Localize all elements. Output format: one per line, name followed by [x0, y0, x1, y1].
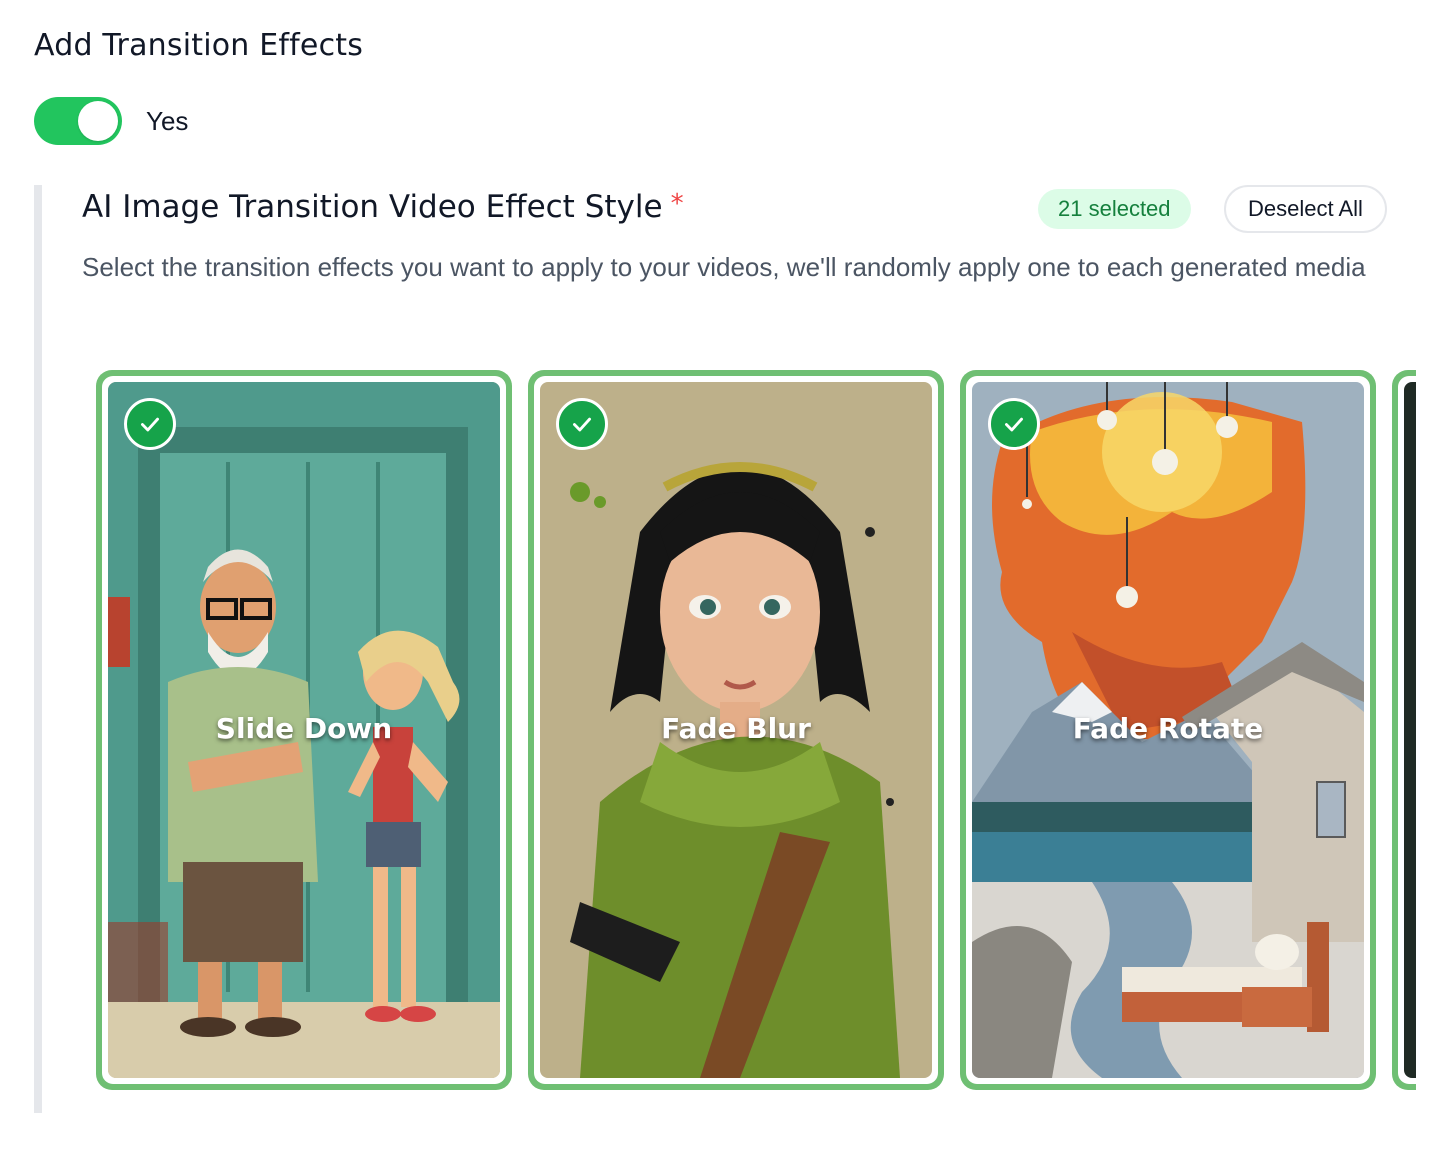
check-icon — [141, 417, 159, 432]
transition-effects-toggle[interactable] — [34, 97, 122, 145]
effect-style-title: AI Image Transition Video Effect Style * — [82, 189, 684, 225]
deselect-all-button[interactable]: Deselect All — [1224, 185, 1387, 233]
card-label: Fade Rotate — [1072, 712, 1264, 745]
effect-card-fade-blur[interactable]: Fade Blur — [528, 370, 944, 1090]
card-image: Fade Blur — [540, 382, 932, 1078]
selected-check-badge — [124, 398, 176, 450]
effect-card-fade-rotate[interactable]: Fade Rotate — [960, 370, 1376, 1090]
toggle-label: Yes — [146, 105, 189, 136]
card-image: Fade Rotate — [972, 382, 1364, 1078]
effect-card-partial[interactable] — [1392, 370, 1416, 1090]
effect-card-slide-down[interactable]: Slide Down — [96, 370, 512, 1090]
effect-style-title-text: AI Image Transition Video Effect Style — [82, 189, 663, 225]
card-inner: Slide Down — [102, 376, 506, 1084]
card-inner — [1398, 376, 1416, 1084]
transition-effects-title: Add Transition Effects — [34, 28, 364, 63]
transition-toggle-row: Yes — [34, 97, 188, 145]
check-icon — [573, 417, 591, 432]
selected-count-badge: 21 selected — [1038, 189, 1191, 229]
selected-check-badge — [988, 398, 1040, 450]
card-label: Fade Blur — [661, 712, 811, 745]
effect-cards-row: Slide Down Fade Blur Fade Rotate — [96, 370, 1416, 1090]
card-label: Slide Down — [215, 712, 393, 745]
card-image — [1404, 382, 1416, 1078]
card-image: Slide Down — [108, 382, 500, 1078]
card-inner: Fade Rotate — [966, 376, 1370, 1084]
required-marker: * — [670, 189, 684, 219]
effect-style-panel: AI Image Transition Video Effect Style * … — [34, 185, 1442, 1113]
toggle-knob — [78, 101, 118, 141]
selected-check-badge — [556, 398, 608, 450]
check-icon — [1005, 417, 1023, 432]
effect-style-description: Select the transition effects you want t… — [82, 252, 1366, 282]
card-inner: Fade Blur — [534, 376, 938, 1084]
